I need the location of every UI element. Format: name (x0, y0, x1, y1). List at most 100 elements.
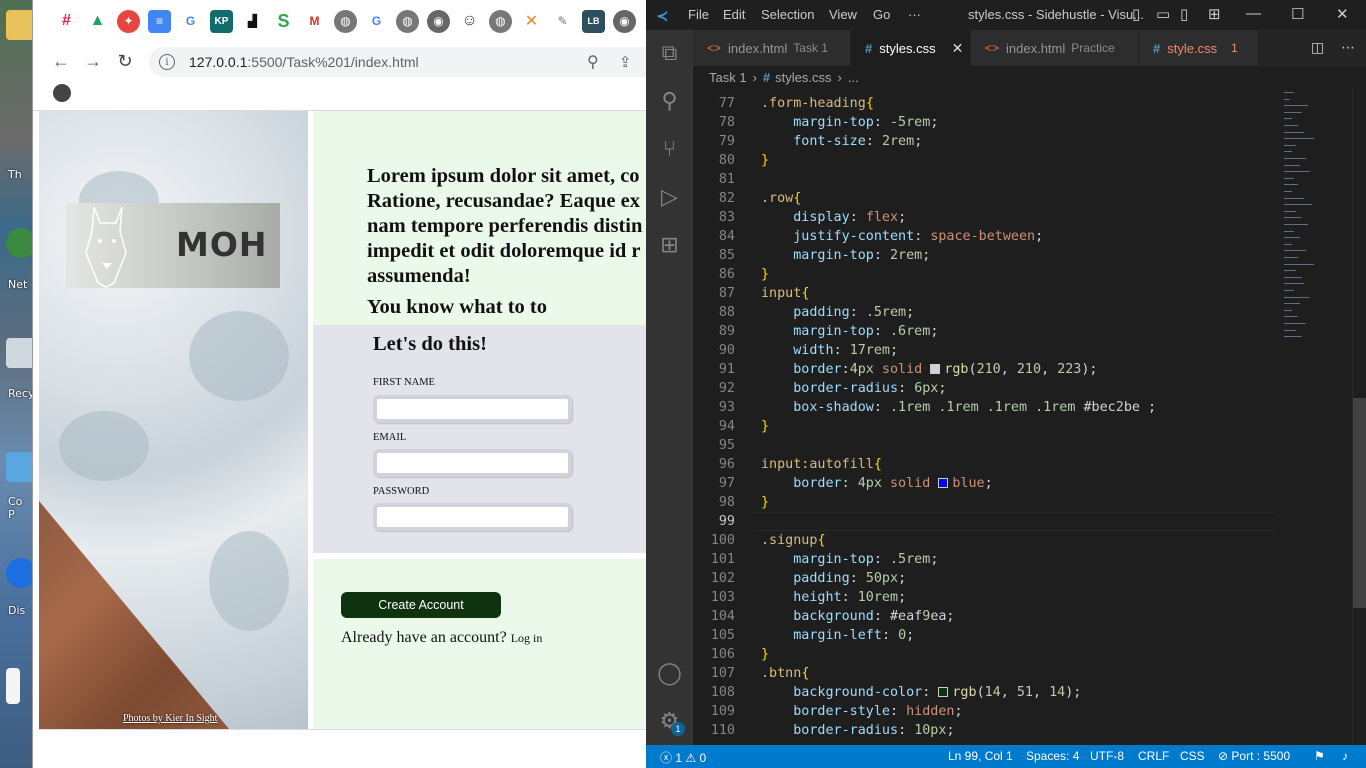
file-icon[interactable] (6, 668, 20, 704)
forward-arrow-icon[interactable]: → (77, 45, 109, 77)
bookmark-icon[interactable]: ▟ (241, 9, 264, 33)
run-debug-icon[interactable]: ▷ (657, 184, 682, 209)
menu-edit[interactable]: Edit (723, 7, 745, 22)
explorer-icon[interactable]: ⧉ (657, 40, 682, 65)
code-line[interactable]: 96 input:autofill{ (693, 455, 1276, 474)
live-server-status[interactable]: ⊘ Port : 5500 (1218, 749, 1290, 763)
code-line[interactable]: 85 margin-top: 2rem; (693, 246, 1276, 265)
encoding-status[interactable]: UTF-8 (1090, 749, 1124, 763)
notifications-bell-icon[interactable]: ♪ (1342, 749, 1348, 763)
menu-selection[interactable]: Selection (761, 7, 814, 22)
language-mode[interactable]: CSS (1180, 749, 1205, 763)
code-line[interactable]: 77 .form-heading{ (693, 94, 1276, 113)
code-line[interactable]: 82 .row{ (693, 189, 1276, 208)
lb-icon[interactable]: LB (582, 9, 605, 33)
photo-credit-link[interactable]: Photos by Kier In Sight (123, 713, 217, 724)
code-line[interactable]: 105 margin-left: 0; (693, 626, 1276, 645)
code-line[interactable]: 104 background: #eaf9ea; (693, 607, 1276, 626)
split-editor-icon[interactable]: ◫ (1311, 39, 1324, 56)
docs-icon[interactable]: ≡ (148, 9, 171, 33)
source-control-icon[interactable]: ⑂ (657, 136, 682, 161)
tab-index-task1[interactable]: <> index.html Task 1 (693, 30, 851, 66)
breadcrumb-folder[interactable]: Task 1 (709, 70, 747, 85)
create-account-button[interactable]: Create Account (341, 592, 501, 618)
menu-more[interactable]: ··· (908, 7, 921, 22)
code-line[interactable]: 106} (693, 645, 1276, 664)
code-line[interactable]: 102 padding: 50px; (693, 569, 1276, 588)
login-link[interactable]: Log in (511, 631, 543, 645)
slack-icon[interactable]: # (55, 9, 78, 33)
code-line[interactable]: 93 box-shadow: .1rem .1rem .1rem .1rem #… (693, 398, 1276, 417)
puzzle-icon[interactable]: ✎ (551, 9, 574, 33)
code-line[interactable]: 107 .btnn{ (693, 664, 1276, 683)
gmail-icon[interactable]: M (303, 9, 326, 33)
color-swatch[interactable] (938, 687, 949, 697)
chrome-icon[interactable]: ◉ (613, 9, 636, 33)
cursor-position[interactable]: Ln 99, Col 1 (948, 749, 1013, 763)
maximize-icon[interactable]: ☐ (1291, 5, 1304, 23)
minimize-icon[interactable]: — (1246, 5, 1261, 22)
code-editor[interactable]: 77 .form-heading{78 margin-top: -5rem; 79 … (693, 88, 1276, 745)
code-line[interactable]: 110 border-radius: 10px; (693, 721, 1276, 740)
eol-status[interactable]: CRLF (1138, 749, 1169, 763)
feedback-icon[interactable]: ⚑ (1314, 749, 1325, 763)
code-line[interactable]: 92 border-radius: 6px; (693, 379, 1276, 398)
code-line[interactable]: 78 margin-top: -5rem; (693, 113, 1276, 132)
tab-styles-css[interactable]: # styles.css ✕ (851, 30, 971, 66)
chrome-icon[interactable]: ◉ (427, 9, 450, 33)
problems-status[interactable]: ⓧ 1 ⚠ 0 (660, 749, 706, 766)
tab-index-practice[interactable]: <> index.html Practice (971, 30, 1139, 66)
menu-go[interactable]: Go (873, 7, 890, 22)
scrollbar-thumb[interactable] (1353, 398, 1366, 608)
search-icon[interactable]: ⚲ (657, 88, 682, 113)
minimap[interactable] (1276, 88, 1352, 745)
code-line[interactable]: 83 display: flex; (693, 208, 1276, 227)
code-line[interactable]: 87 input{ (693, 284, 1276, 303)
globe-icon[interactable]: ◍ (334, 9, 357, 33)
code-line[interactable]: 80} (693, 151, 1276, 170)
toggle-sidebar-icon[interactable]: ▯ (1132, 5, 1140, 23)
color-swatch[interactable] (930, 364, 941, 374)
address-bar[interactable]: i 127.0.0.1:5500/Task%201/index.html ⚲ ⇪ (149, 47, 646, 77)
first-name-input[interactable] (373, 395, 572, 423)
s-icon[interactable]: S (272, 9, 295, 33)
code-line[interactable]: 100 .signup{ (693, 531, 1276, 550)
code-line[interactable]: 95 (693, 436, 1276, 455)
extensions-icon[interactable]: ⊞ (657, 232, 682, 257)
site-info-icon[interactable]: i (159, 54, 175, 70)
menu-view[interactable]: View (829, 7, 857, 22)
share-icon[interactable]: ⇪ (619, 53, 632, 71)
breadcrumb-symbol[interactable]: ... (848, 70, 859, 85)
email-input[interactable] (373, 449, 572, 477)
tab-style-css[interactable]: # style.css 1 (1139, 30, 1259, 66)
customize-layout-icon[interactable]: ⊞ (1208, 5, 1221, 23)
close-tab-icon[interactable]: ✕ (952, 40, 964, 57)
toggle-secondary-sidebar-icon[interactable]: ▯ (1180, 5, 1188, 23)
kp-icon[interactable]: KP (210, 9, 233, 33)
compass-icon[interactable]: ✦ (117, 9, 140, 33)
close-window-icon[interactable]: ✕ (1336, 5, 1349, 23)
smiley-icon[interactable]: ☺ (458, 9, 481, 33)
code-line[interactable]: 89 margin-top: .6rem; (693, 322, 1276, 341)
breadcrumb-file[interactable]: styles.css (775, 70, 831, 85)
back-arrow-icon[interactable]: ← (45, 45, 77, 77)
globe-icon[interactable] (53, 84, 71, 102)
code-line[interactable]: 108 background-color: rgb(14, 51, 14); (693, 683, 1276, 702)
code-line[interactable]: 103 height: 10rem; (693, 588, 1276, 607)
code-line[interactable]: 84 justify-content: space-between; (693, 227, 1276, 246)
code-line[interactable]: 88 padding: .5rem; (693, 303, 1276, 322)
zoom-icon[interactable]: ⚲ (587, 52, 599, 72)
code-line[interactable]: 99 (693, 512, 1276, 531)
code-line[interactable]: 86} (693, 265, 1276, 284)
code-line[interactable]: 91 border:4px solid rgb(210, 210, 223); (693, 360, 1276, 379)
color-swatch[interactable] (938, 478, 949, 488)
reload-icon[interactable]: ↻ (109, 45, 141, 77)
code-line[interactable]: 90 width: 17rem; (693, 341, 1276, 360)
x-icon[interactable]: ✕ (520, 9, 543, 33)
code-line[interactable]: 97 border: 4px solid blue; (693, 474, 1276, 493)
password-input[interactable] (373, 503, 572, 531)
editor-scrollbar[interactable] (1352, 88, 1366, 745)
code-line[interactable]: 109 border-style: hidden; (693, 702, 1276, 721)
account-icon[interactable]: ◯ (657, 660, 682, 685)
code-line[interactable]: 94} (693, 417, 1276, 436)
